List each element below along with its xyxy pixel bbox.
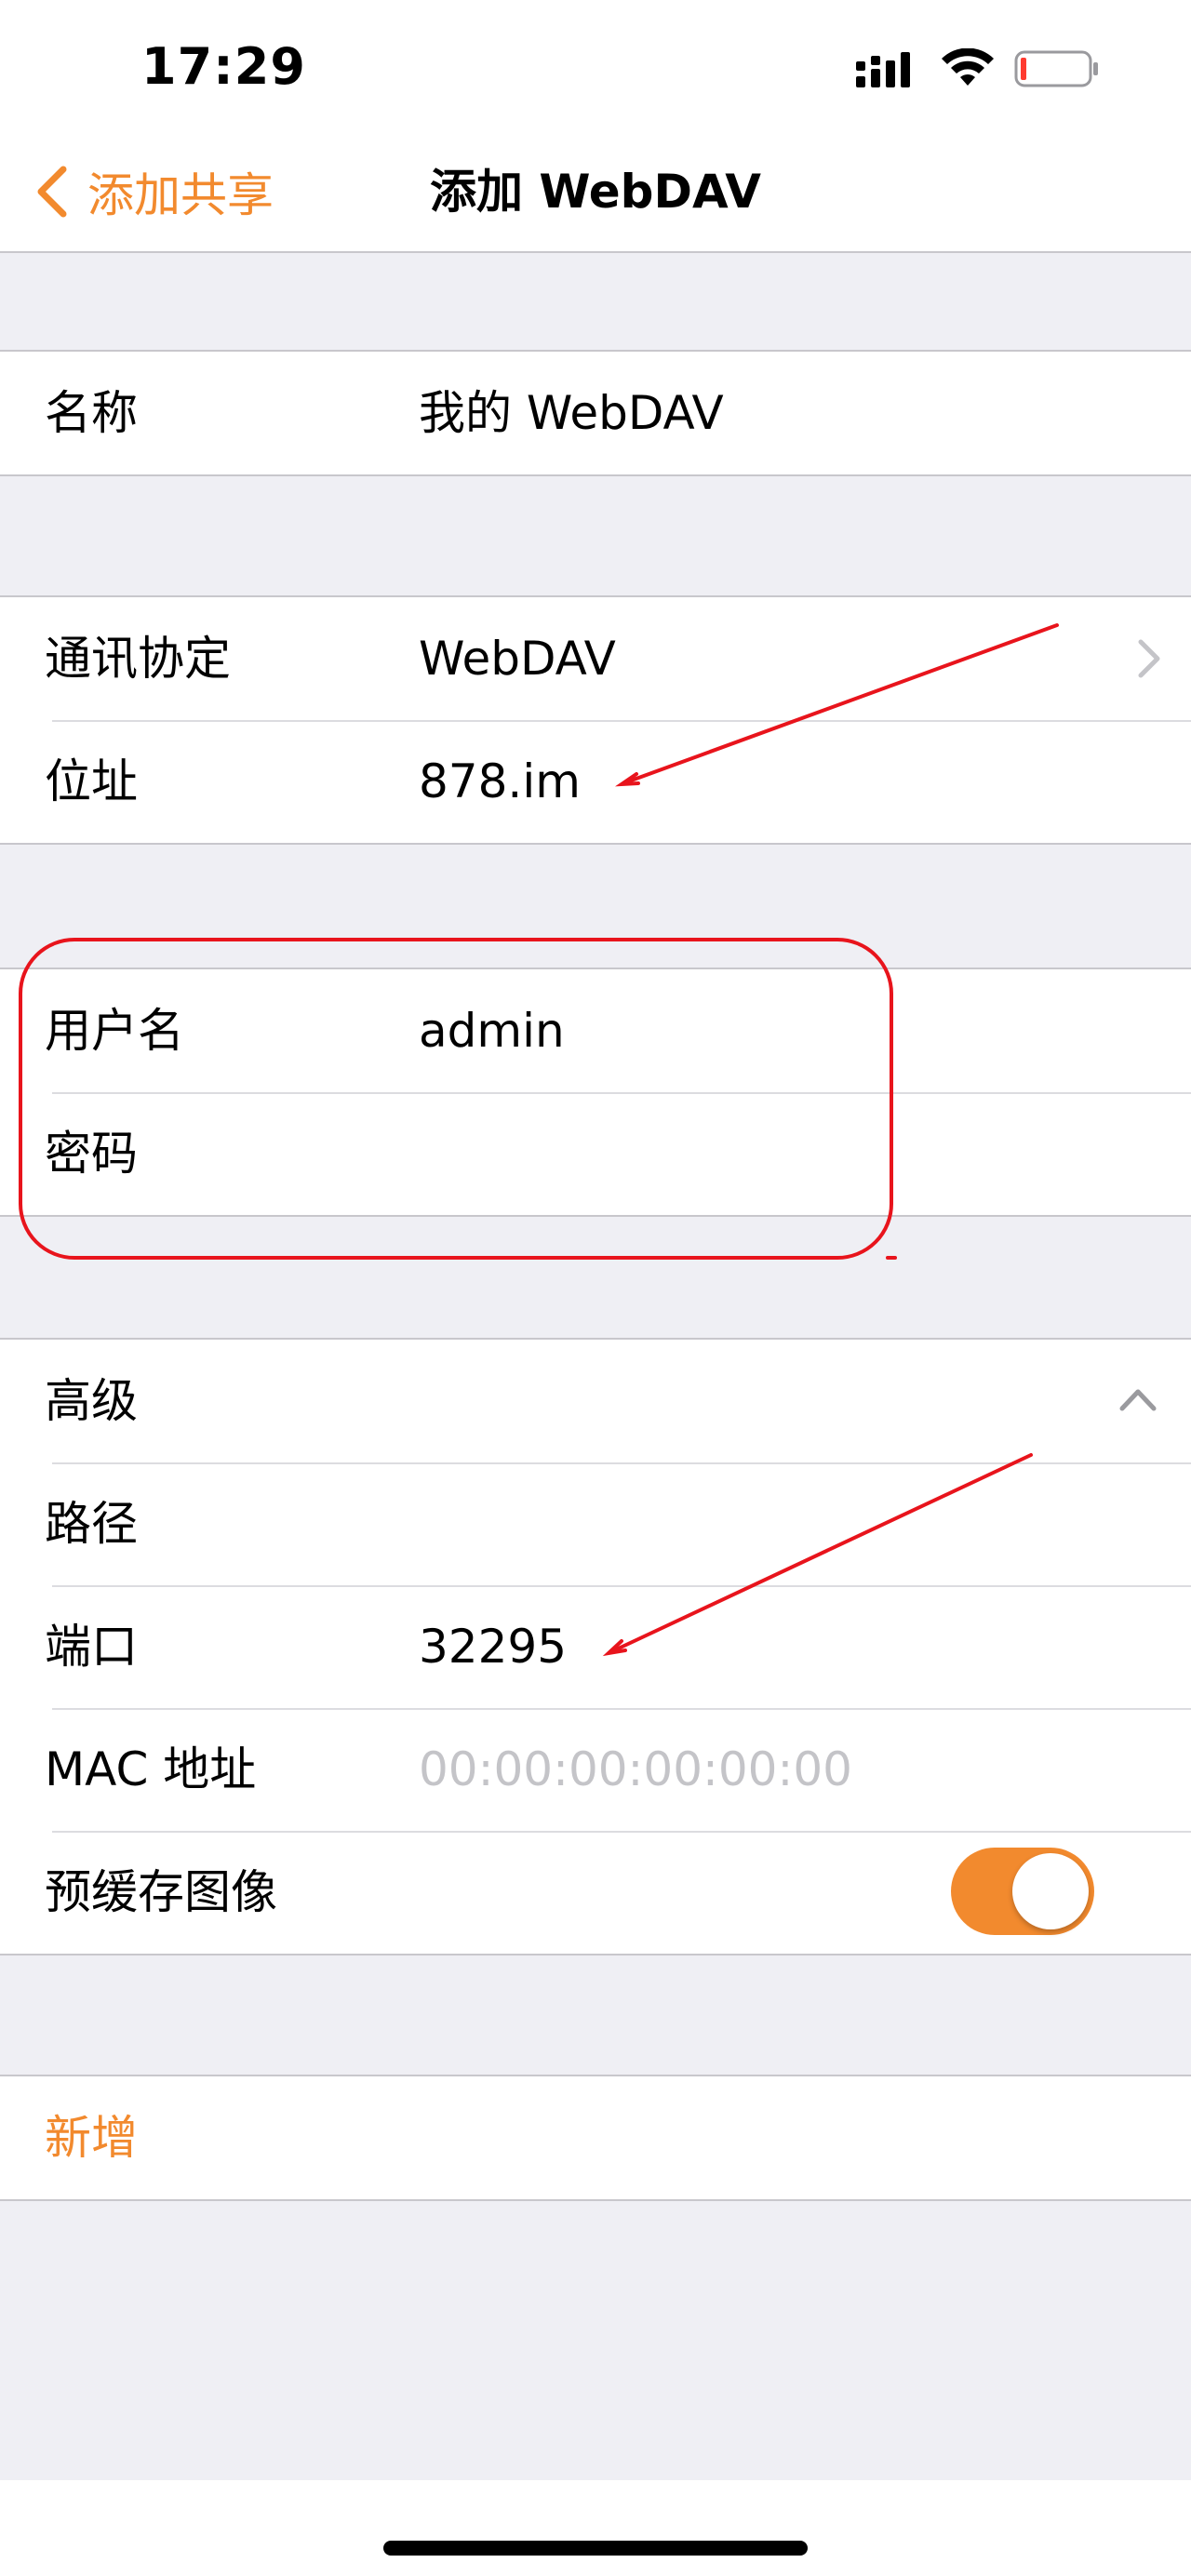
address-row[interactable]: 位址 — [0, 720, 1191, 843]
name-row[interactable]: 名称 — [0, 352, 1191, 474]
advanced-header-row[interactable]: 高级 — [0, 1340, 1191, 1462]
connection-section: 通讯协定 WebDAV 位址 — [0, 595, 1191, 845]
address-input[interactable] — [419, 720, 1070, 843]
protocol-label: 通讯协定 — [45, 632, 231, 686]
back-button-label: 添加共享 — [87, 168, 274, 222]
username-row[interactable]: 用户名 — [0, 969, 1191, 1092]
advanced-label: 高级 — [45, 1374, 138, 1428]
precache-row: 预缓存图像 — [0, 1831, 1191, 1954]
chevron-up-icon[interactable] — [1118, 1386, 1158, 1412]
port-row[interactable]: 端口 — [0, 1585, 1191, 1708]
advanced-section: 高级 路径 端口 MAC 地址 预缓存图像 — [0, 1338, 1191, 1955]
cellular-signal-icon — [856, 52, 910, 87]
navigation-bar: 添加 WebDAV 添加共享 — [0, 140, 1191, 253]
name-label: 名称 — [45, 386, 138, 440]
protocol-row[interactable]: 通讯协定 WebDAV — [0, 597, 1191, 720]
wifi-icon — [942, 48, 994, 86]
back-button[interactable]: 添加共享 — [33, 158, 274, 225]
toggle-knob — [1012, 1853, 1089, 1929]
mac-input[interactable] — [419, 1708, 1070, 1831]
path-label: 路径 — [45, 1497, 138, 1551]
precache-label: 预缓存图像 — [45, 1865, 277, 1919]
add-button[interactable]: 新增 — [45, 2076, 138, 2199]
chevron-left-icon — [37, 166, 67, 218]
username-input[interactable] — [419, 969, 1070, 1092]
add-row[interactable]: 新增 — [0, 2076, 1191, 2199]
home-indicator-area — [0, 2480, 1191, 2576]
password-label: 密码 — [45, 1127, 138, 1181]
name-input[interactable] — [419, 352, 1070, 474]
protocol-value: WebDAV — [419, 632, 616, 686]
precache-toggle[interactable] — [951, 1848, 1094, 1935]
credentials-section: 用户名 密码 — [0, 968, 1191, 1217]
home-indicator[interactable] — [383, 2541, 808, 2556]
battery-low-icon — [1014, 50, 1098, 87]
name-section: 名称 — [0, 350, 1191, 476]
port-input[interactable] — [419, 1585, 1070, 1708]
password-row[interactable]: 密码 — [0, 1092, 1191, 1215]
port-label: 端口 — [45, 1620, 138, 1674]
status-bar: 17:29 — [0, 0, 1191, 140]
chevron-right-icon — [1138, 639, 1160, 678]
path-row[interactable]: 路径 — [0, 1462, 1191, 1585]
address-label: 位址 — [45, 754, 138, 808]
username-label: 用户名 — [45, 1004, 184, 1058]
mac-label: MAC 地址 — [45, 1742, 257, 1796]
status-time: 17:29 — [141, 37, 306, 96]
password-input[interactable] — [419, 1092, 1070, 1215]
path-input[interactable] — [419, 1462, 1070, 1585]
actions-section: 新增 — [0, 2075, 1191, 2201]
mac-row[interactable]: MAC 地址 — [0, 1708, 1191, 1831]
